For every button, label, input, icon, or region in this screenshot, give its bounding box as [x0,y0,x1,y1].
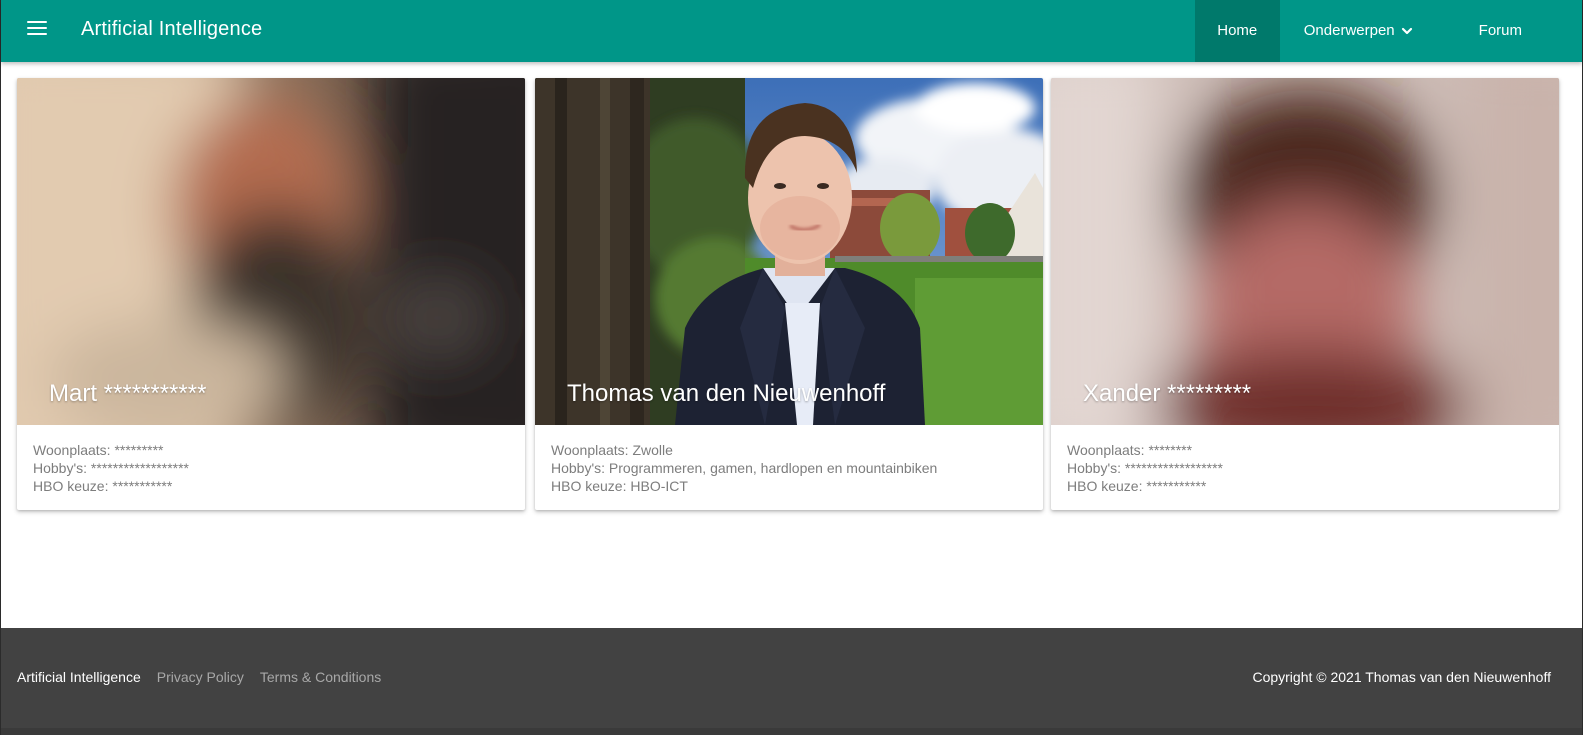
profile-details: Woonplaats: Zwolle Hobby's: Programmeren… [551,441,937,495]
footer-bottom-bar [1,728,1582,735]
nav-item-label: Forum [1478,22,1522,39]
nav-menu: Home Onderwerpen Forum [1194,0,1582,62]
profile-hobbys: Hobby's: Programmeren, gamen, hardlopen … [551,460,938,476]
profile-details: Woonplaats: ********* Hobby's: *********… [33,441,189,495]
terms-conditions-link[interactable]: Terms & Conditions [260,669,381,685]
profile-photo [1051,78,1559,425]
profile-photo [535,78,1043,425]
nav-item-forum[interactable]: Forum [1437,0,1582,62]
brand-logo[interactable]: Artificial Intelligence [81,18,262,41]
top-navbar: Artificial Intelligence Home Onderwerpen… [1,0,1582,62]
footer-brand-link[interactable]: Artificial Intelligence [17,669,141,685]
profile-card: Mart *********** Woonplaats: ********* H… [17,78,525,510]
menu-icon[interactable] [27,21,47,39]
profile-hbo-keuze: HBO keuze: *********** [33,478,173,494]
footer-links: Artificial Intelligence Privacy Policy T… [17,669,397,685]
nav-item-home[interactable]: Home [1194,0,1280,62]
page-footer: Artificial Intelligence Privacy Policy T… [1,628,1582,735]
profile-hobbys: Hobby's: ****************** [1067,460,1223,476]
profile-hobbys: Hobby's: ****************** [33,460,189,476]
profile-woonplaats: Woonplaats: ******** [1067,442,1193,458]
nav-item-onderwerpen[interactable]: Onderwerpen [1280,0,1437,62]
profile-details: Woonplaats: ******** Hobby's: **********… [1067,441,1223,495]
profile-photo [17,78,525,425]
profile-cards: Mart *********** Woonplaats: ********* H… [17,78,1565,510]
profile-hbo-keuze: HBO keuze: *********** [1067,478,1207,494]
nav-item-label: Onderwerpen [1303,22,1395,39]
profile-woonplaats: Woonplaats: ********* [33,442,164,458]
profile-name: Mart *********** [49,380,207,407]
profile-card: Xander ********* Woonplaats: ******** Ho… [1051,78,1559,510]
profile-name: Xander ********* [1083,380,1252,407]
nav-item-label: Home [1217,22,1258,39]
profile-name: Thomas van den Nieuwenhoff [567,380,886,407]
profile-hbo-keuze: HBO keuze: HBO-ICT [551,478,688,494]
profile-card: Thomas van den Nieuwenhoff Woonplaats: Z… [535,78,1043,510]
copyright-text: Copyright © 2021 Thomas van den Nieuwenh… [1252,669,1551,685]
chevron-down-icon [1401,27,1412,35]
privacy-policy-link[interactable]: Privacy Policy [157,669,244,685]
profile-woonplaats: Woonplaats: Zwolle [551,442,673,458]
